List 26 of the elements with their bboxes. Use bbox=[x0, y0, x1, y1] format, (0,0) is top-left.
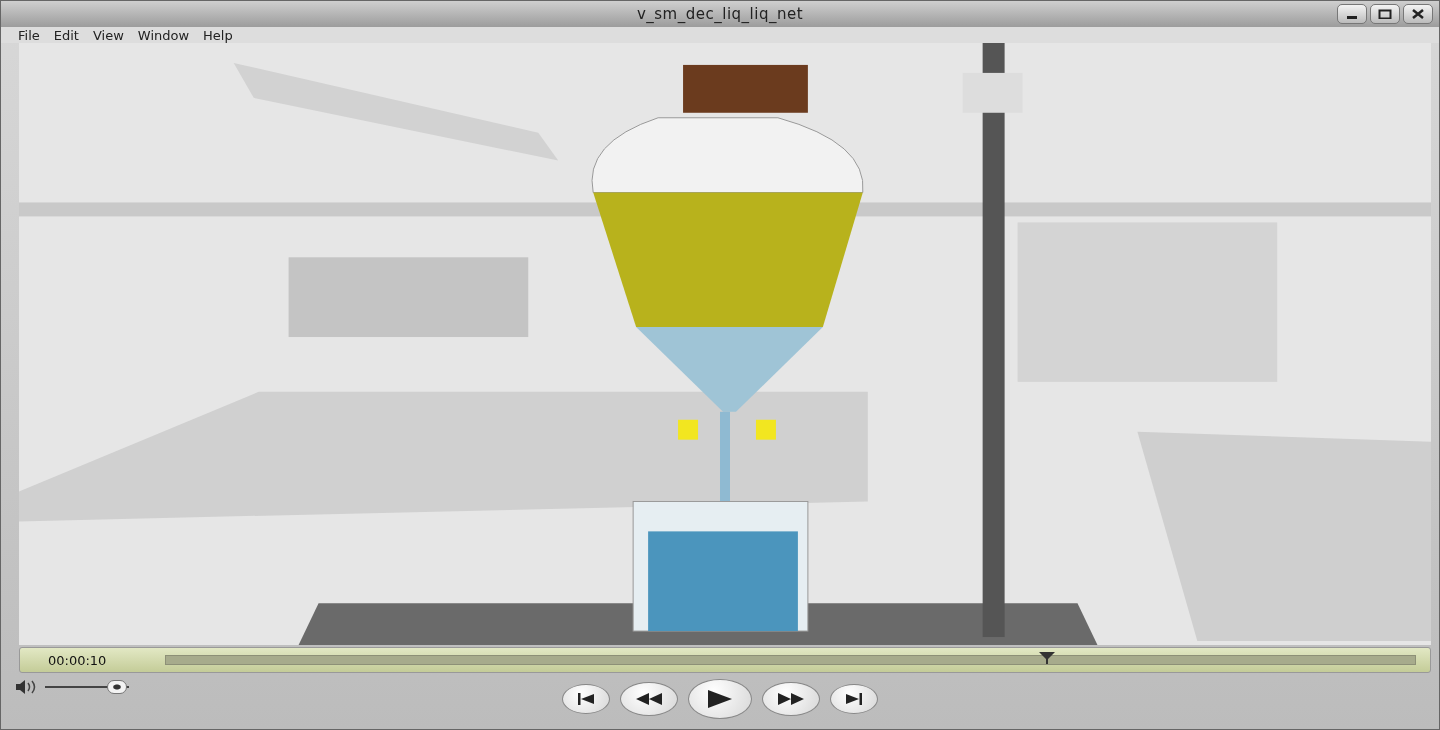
maximize-button[interactable] bbox=[1370, 4, 1400, 24]
skip-forward-icon bbox=[844, 692, 864, 706]
skip-forward-button[interactable] bbox=[830, 684, 878, 714]
skip-back-button[interactable] bbox=[562, 684, 610, 714]
play-icon bbox=[706, 688, 734, 710]
time-display: 00:00:10 bbox=[47, 652, 108, 668]
volume-thumb[interactable] bbox=[107, 680, 128, 694]
play-button[interactable] bbox=[688, 679, 752, 719]
rewind-icon bbox=[634, 692, 664, 706]
maximize-icon bbox=[1378, 9, 1392, 19]
close-button[interactable] bbox=[1403, 4, 1433, 24]
close-icon bbox=[1411, 9, 1425, 19]
fast-forward-icon bbox=[776, 692, 806, 706]
menu-item[interactable]: View bbox=[85, 27, 131, 43]
menu-item[interactable]: Help bbox=[196, 27, 240, 43]
menu-item[interactable]: Edit bbox=[46, 27, 86, 43]
fast-forward-button[interactable] bbox=[762, 682, 820, 716]
rewind-button[interactable] bbox=[620, 682, 678, 716]
timeline-track[interactable] bbox=[165, 655, 1416, 665]
skip-back-icon bbox=[576, 692, 596, 706]
playhead-handle[interactable] bbox=[1037, 651, 1056, 665]
minimize-icon bbox=[1347, 16, 1357, 19]
menu-item[interactable]: File bbox=[11, 27, 47, 43]
minimize-button[interactable] bbox=[1337, 4, 1367, 24]
window-title: v_sm_dec_liq_liq_net bbox=[636, 5, 804, 23]
menu-item[interactable]: Window bbox=[130, 27, 197, 43]
